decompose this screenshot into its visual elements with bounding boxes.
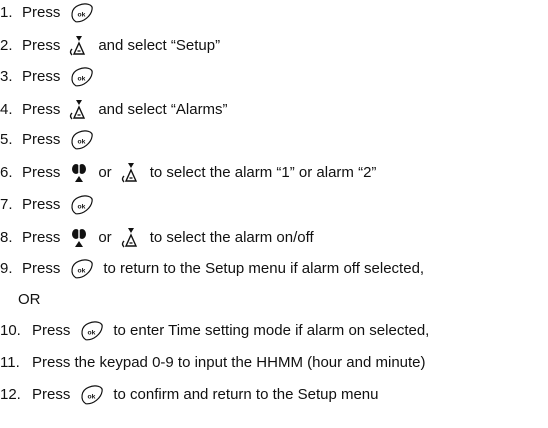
step-text: to select the alarm “1” or alarm “2”	[149, 164, 377, 181]
step-text: Press	[32, 386, 71, 404]
down-arrow-icon	[120, 161, 142, 185]
step-text: Press	[22, 4, 61, 22]
step-number: 5.	[0, 131, 13, 148]
step-number: 2.	[0, 36, 13, 54]
list-item: 5. Press ok	[0, 129, 103, 151]
step-text: or	[98, 164, 112, 181]
step-number: 12.	[0, 386, 21, 403]
step-number: 9.	[0, 260, 13, 277]
step-text: to select the alarm on/off	[149, 229, 314, 246]
step-text: Press	[32, 322, 71, 340]
step-text: Press	[22, 37, 61, 54]
list-item: 3. Press ok	[0, 66, 103, 88]
step-number: 6.	[0, 163, 13, 181]
ok-icon: ok	[68, 194, 95, 216]
step-number: 8.	[0, 228, 13, 246]
step-text: Press	[22, 196, 61, 214]
ok-icon: ok	[68, 66, 95, 88]
list-item: 11. Press the keypad 0-9 to input the HHM…	[0, 352, 434, 374]
list-item: 7. Press ok	[0, 194, 103, 216]
list-item: 8. Press or to select the alarm on/off	[0, 226, 322, 248]
step-text: Press	[22, 68, 61, 86]
list-item: 1. Press ok	[0, 2, 103, 24]
step-text: to confirm and return to the Setup menu	[113, 386, 379, 404]
step-text: Press the keypad 0-9 to input the HHMM (…	[32, 354, 426, 372]
or-continuation: OR	[18, 291, 41, 308]
svg-text:ok: ok	[88, 393, 96, 400]
up-arrow-icon	[68, 226, 90, 250]
step-number: 10.	[0, 322, 21, 339]
step-text: and select “Setup”	[98, 37, 221, 54]
ok-icon: ok	[68, 258, 95, 280]
list-item: 12. Press ok to confirm and return to the S…	[0, 384, 387, 406]
svg-text:ok: ok	[88, 329, 96, 336]
step-text: Press	[22, 229, 61, 246]
down-arrow-icon	[120, 226, 142, 250]
list-item: 6. Press or to select the alarm “1” or alar…	[0, 161, 384, 183]
step-number: 7.	[0, 196, 13, 213]
step-text: Press	[22, 260, 61, 278]
step-number: 1.	[0, 4, 13, 21]
ok-icon: ok	[78, 320, 105, 342]
ok-icon: ok	[68, 129, 95, 151]
down-arrow-icon	[68, 98, 90, 122]
svg-text:ok: ok	[78, 267, 86, 274]
step-text: Press	[22, 101, 61, 118]
svg-text:ok: ok	[78, 138, 86, 145]
step-text: Press	[22, 131, 61, 149]
list-item: 9. Press ok to return to the Setup menu if …	[0, 258, 432, 280]
step-text: to return to the Setup menu if alarm off…	[103, 260, 425, 278]
svg-text:ok: ok	[78, 11, 86, 18]
down-arrow-icon	[68, 34, 90, 58]
ok-icon: ok	[78, 384, 105, 406]
step-text: Press	[22, 164, 61, 181]
step-text: and select “Alarms”	[98, 101, 228, 118]
step-number: 11.	[0, 354, 20, 371]
svg-text:ok: ok	[78, 203, 86, 210]
step-text: to enter Time setting mode if alarm on s…	[113, 322, 430, 340]
ok-icon: ok	[68, 2, 95, 24]
list-item: 2. Press and select “Setup”	[0, 34, 228, 56]
list-item: 4. Press and select “Alarms”	[0, 98, 236, 120]
step-number: 3.	[0, 68, 13, 85]
list-item: 10. Press ok to enter Time setting mode if …	[0, 320, 437, 342]
step-text: or	[98, 229, 112, 246]
svg-text:ok: ok	[78, 75, 86, 82]
step-number: 4.	[0, 100, 13, 118]
up-arrow-icon	[68, 161, 90, 185]
